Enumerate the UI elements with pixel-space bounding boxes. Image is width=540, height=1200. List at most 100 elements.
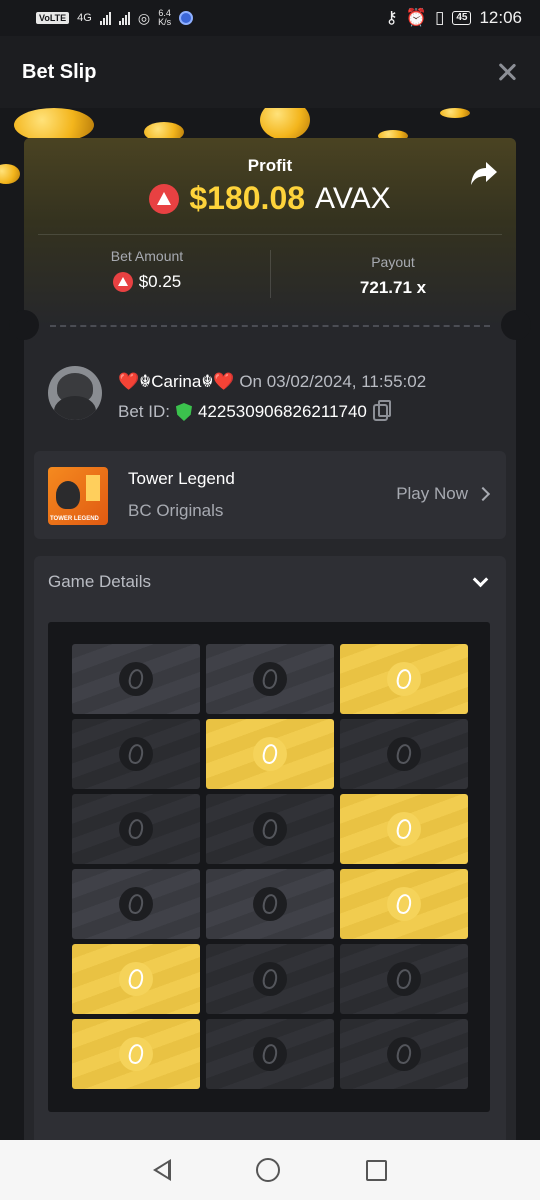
profit-currency: AVAX [315,181,391,215]
profit-row: $180.08 AVAX [24,180,516,217]
hotspot-icon: ◎ [137,9,151,26]
signal-2-icon [118,11,130,25]
tower-tile [206,794,334,864]
avatar[interactable] [48,366,102,420]
chevron-down-icon [472,571,489,587]
game-thumbnail-label: TOWER LEGEND [50,516,99,522]
status-bar: VoLTE 4G ◎ 6.4 K/s ⚷ ⏰ ▯ 45 12:06 [0,0,540,36]
bet-ticket: Profit $180.08 AVAX Bet Amount $0.25 Pay… [9,138,531,1140]
copy-icon[interactable] [372,399,391,421]
egg-icon [387,962,421,996]
tower-grid [72,644,468,1089]
tower-tile-revealed [340,644,468,714]
chevron-right-icon [475,486,491,502]
profit-amount: $180.08 [189,180,306,216]
game-details-title: Game Details [48,572,151,591]
tower-tile [340,719,468,789]
egg-icon [119,1037,153,1071]
tower-tile [206,944,334,1014]
dashed-divider [50,325,490,327]
home-icon[interactable] [256,1158,281,1182]
game-details-toggle[interactable]: Game Details [48,556,492,608]
network-speed: 6.4 K/s [158,9,171,27]
tower-tile-revealed [340,794,468,864]
egg-icon [387,662,421,696]
avax-icon [149,183,180,214]
player-name[interactable]: ❤️☬Carina☬❤️ [118,372,235,391]
status-left: VoLTE 4G ◎ 6.4 K/s [36,9,194,27]
egg-icon [253,962,287,996]
battery-icon: 45 [452,11,472,25]
coin-decoration [260,108,310,140]
tower-tile [206,1019,334,1089]
egg-icon [119,887,153,921]
egg-icon [253,887,287,921]
signal-icon [99,11,111,25]
alarm-icon: ⏰ [405,8,427,27]
status-right: ⚷ ⏰ ▯ 45 12:06 [385,8,522,28]
egg-icon [253,1037,287,1071]
tower-tile-revealed [206,719,334,789]
payout-value: 721.71 x [359,278,427,297]
egg-icon [387,812,421,846]
profit-label: Profit [247,156,293,175]
bet-id-value: 422530906826211740 [197,402,367,421]
play-now-button[interactable]: Play Now [396,484,491,504]
bet-id-label: Bet ID: [118,402,170,421]
system-nav-bar [0,1140,540,1200]
share-icon[interactable] [470,160,498,186]
coin-decoration [14,108,94,142]
egg-icon [119,962,153,996]
tower-tile [340,1019,468,1089]
game-name: Tower Legend [128,469,235,488]
game-card[interactable]: TOWER LEGEND Tower Legend BC Originals P… [34,451,506,539]
bet-id-line: Bet ID: 422530906826211740 [118,399,391,422]
bet-amount-label: Bet Amount [110,248,184,264]
tower-tile-revealed [72,1019,200,1089]
egg-icon [387,1037,421,1071]
player-info: ❤️☬Carina☬❤️ On 03/02/2024, 11:55:02 Bet… [48,366,506,426]
tower-tile [72,869,200,939]
egg-icon [119,812,153,846]
egg-icon [387,737,421,771]
back-icon[interactable] [152,1159,171,1181]
volte-badge: VoLTE [36,12,70,24]
app-header: Bet Slip [0,36,540,108]
egg-icon [253,662,287,696]
bet-amount-value: $0.25 [138,272,182,291]
tower-board [48,622,490,1112]
payout-stat: Payout 721.71 x [270,254,516,298]
page-title: Bet Slip [22,60,97,83]
game-thumbnail[interactable]: TOWER LEGEND [48,467,108,525]
recent-apps-icon[interactable] [366,1159,388,1181]
game-details-panel: Game Details [34,556,506,1140]
app-notification-icon [179,11,194,25]
clock: 12:06 [479,8,522,27]
coin-decoration [0,164,20,184]
bet-date: On 03/02/2024, 11:55:02 [239,372,427,391]
tower-tile [340,944,468,1014]
egg-icon [253,737,287,771]
key-icon: ⚷ [385,8,398,27]
tower-tile [72,719,200,789]
verified-shield-icon [175,403,192,421]
play-now-label: Play Now [396,484,468,503]
tower-tile-revealed [72,944,200,1014]
avax-icon [112,272,133,292]
tower-tile [72,794,200,864]
profit-panel: Profit $180.08 AVAX Bet Amount $0.25 Pay… [24,138,516,326]
bet-amount-row: $0.25 [24,272,270,292]
egg-icon [119,662,153,696]
egg-icon [253,812,287,846]
tower-tile [72,644,200,714]
speed-unit: K/s [158,17,172,27]
tower-tile-revealed [340,869,468,939]
player-line: ❤️☬Carina☬❤️ On 03/02/2024, 11:55:02 [118,372,426,392]
tower-tile [206,644,334,714]
divider [38,234,502,235]
egg-icon [387,887,421,921]
payout-label: Payout [371,254,415,270]
close-icon[interactable] [496,61,518,83]
network-type: 4G [77,12,92,24]
bet-slip-content: Profit $180.08 AVAX Bet Amount $0.25 Pay… [0,108,540,1140]
